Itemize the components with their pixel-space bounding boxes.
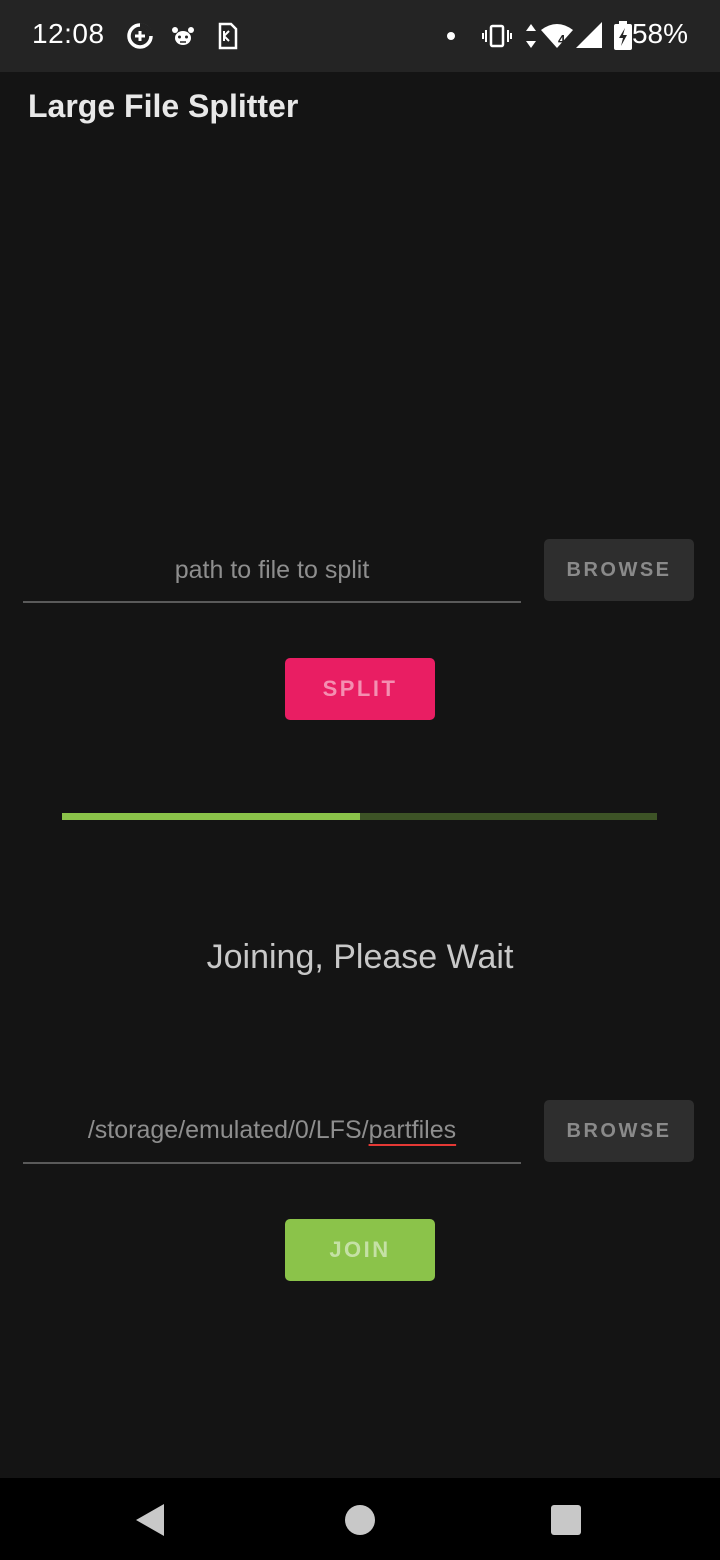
split-button[interactable]: SPLIT: [285, 658, 435, 720]
notification-dot-icon: [447, 32, 455, 40]
home-icon[interactable]: [340, 1500, 380, 1540]
join-path-text: /storage/emulated/0/LFS/partfiles: [23, 1116, 521, 1145]
browse-join-button[interactable]: BROWSE: [544, 1100, 694, 1162]
join-path-field[interactable]: /storage/emulated/0/LFS/partfiles: [23, 1100, 521, 1164]
data-saver-icon: [127, 23, 153, 49]
page-title: Large File Splitter: [28, 88, 299, 124]
status-bar: 12:08 4 58%: [0, 0, 720, 72]
battery-percent: 58%: [631, 18, 688, 49]
data-arrows-icon: [526, 24, 536, 48]
split-path-input[interactable]: [23, 539, 521, 601]
join-button[interactable]: JOIN: [285, 1219, 435, 1281]
back-icon[interactable]: [132, 1500, 172, 1540]
app-screen: 12:08 4 58% Large File Splitter path to …: [0, 0, 720, 1560]
progress-bar-fill: [62, 813, 360, 820]
status-time: 12:08: [32, 18, 105, 49]
battery-charging-icon: [614, 21, 632, 50]
join-path-prefix: /storage/emulated/0/LFS/: [87, 1116, 369, 1144]
wifi-icon: [541, 24, 573, 48]
navigation-bar: [0, 1478, 720, 1560]
network-type-label: 4: [558, 32, 566, 47]
progress-bar: [62, 813, 657, 820]
join-path-misspelled-word: partfiles: [368, 1116, 457, 1144]
split-path-field[interactable]: [23, 539, 521, 603]
status-message: Joining, Please Wait: [206, 938, 514, 976]
browse-split-button[interactable]: BROWSE: [544, 539, 694, 601]
recents-icon[interactable]: [546, 1500, 586, 1540]
vibrate-icon: [482, 24, 512, 48]
cell-signal-icon: [576, 22, 602, 48]
sim-card-icon: [218, 22, 238, 50]
paw-app-icon: [172, 27, 194, 45]
